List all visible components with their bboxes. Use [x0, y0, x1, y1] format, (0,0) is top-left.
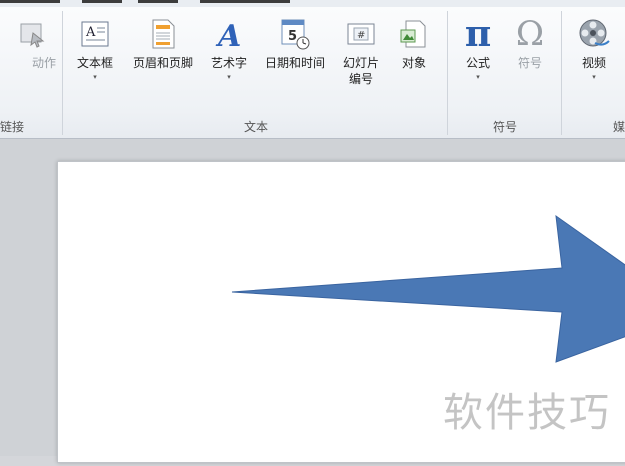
- equation-button[interactable]: π 公式 ▾: [456, 11, 500, 111]
- action-label: 动作: [31, 56, 56, 70]
- slide-number-icon: #: [344, 17, 378, 51]
- textbox-label: 文本框: [76, 56, 113, 70]
- slide-number-label: 幻灯片 编号: [343, 55, 379, 87]
- video-dropdown-icon[interactable]: ▾: [592, 73, 596, 81]
- object-icon: [397, 17, 431, 51]
- wordart-dropdown-icon[interactable]: ▾: [227, 73, 231, 81]
- header-footer-icon: [146, 17, 180, 51]
- equation-dropdown-icon[interactable]: ▾: [476, 73, 480, 81]
- insert-ribbon: 动作 链接 A 文本框 ▾ 页眉和页脚 A 艺术字 ▾ 5 日期和时间 # 幻灯…: [0, 7, 625, 139]
- equation-label: 公式: [465, 56, 490, 70]
- group-label-media: 媒体: [612, 120, 625, 134]
- film-reel-icon: [577, 17, 611, 51]
- svg-text:A: A: [215, 19, 241, 50]
- pi-icon: π: [464, 13, 492, 55]
- symbol-button[interactable]: Ω 符号: [508, 11, 552, 111]
- wordart-icon: A: [212, 17, 246, 51]
- header-footer-label: 页眉和页脚: [132, 56, 193, 70]
- calendar-clock-icon: 5: [278, 17, 312, 51]
- slide-number-label-line1: 幻灯片: [342, 56, 379, 70]
- object-button[interactable]: 对象: [389, 11, 439, 111]
- header-footer-button[interactable]: 页眉和页脚: [123, 11, 203, 111]
- video-label: 视频: [581, 56, 606, 70]
- textbox-icon: A: [78, 17, 112, 51]
- action-button[interactable]: 动作: [2, 11, 62, 111]
- group-label-links: 链接: [0, 120, 25, 134]
- date-time-button[interactable]: 5 日期和时间: [255, 11, 335, 111]
- watermark-text: 软件技巧: [443, 390, 611, 436]
- group-label-text: 文本: [243, 120, 269, 134]
- slide-number-label-line2: 编号: [348, 72, 373, 86]
- video-button[interactable]: 视频 ▾: [570, 11, 618, 111]
- svg-text:A: A: [85, 25, 96, 40]
- omega-icon: Ω: [515, 14, 545, 54]
- action-icon: [15, 17, 49, 51]
- textbox-button[interactable]: A 文本框 ▾: [68, 11, 122, 111]
- group-label-symbols: 符号: [492, 120, 518, 134]
- date-time-label: 日期和时间: [264, 56, 325, 70]
- symbol-label: 符号: [517, 56, 542, 70]
- textbox-dropdown-icon[interactable]: ▾: [93, 73, 97, 81]
- object-label: 对象: [401, 56, 426, 70]
- wordart-button[interactable]: A 艺术字 ▾: [203, 11, 255, 111]
- svg-text:5: 5: [288, 29, 297, 44]
- svg-text:#: #: [357, 30, 365, 41]
- wordart-label: 艺术字: [210, 56, 247, 70]
- slide-number-button[interactable]: # 幻灯片 编号: [336, 11, 386, 111]
